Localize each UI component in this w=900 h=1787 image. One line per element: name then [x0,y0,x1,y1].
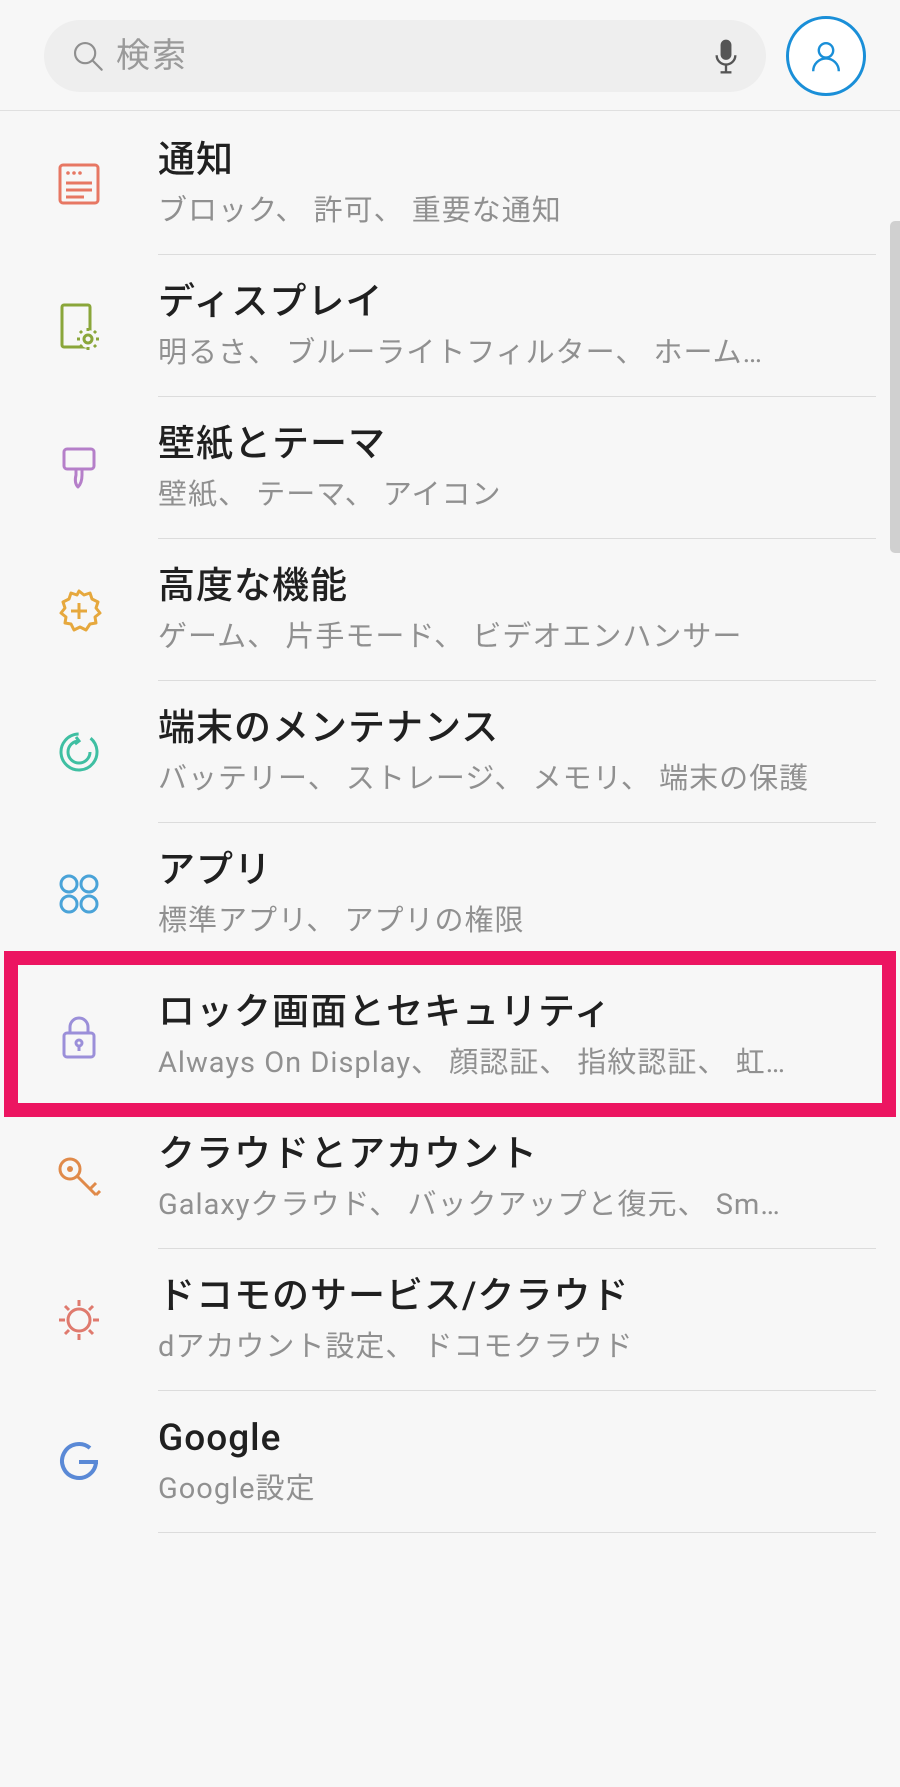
settings-item-subtitle: Google設定 [158,1470,868,1509]
settings-item-title: Google [158,1414,868,1464]
search-icon [70,38,106,74]
divider [158,1532,876,1533]
search-box[interactable] [44,20,766,92]
device-maintenance-icon [54,727,158,777]
advanced-features-icon [54,585,158,635]
cloud-accounts-icon [54,1153,158,1203]
settings-item-subtitle: 明るさ、 ブルーライトフィルター、 ホーム… [158,334,868,373]
settings-item-title: 壁紙とテーマ [158,420,868,470]
settings-item-text: ディスプレイ明るさ、 ブルーライトフィルター、 ホーム… [158,278,876,373]
settings-item-docomo-services[interactable]: ドコモのサービス/クラウド dアカウント設定、 ドコモクラウド [0,1249,900,1391]
settings-item-subtitle: ブロック、 許可、 重要な通知 [158,192,868,231]
settings-item-title: ディスプレイ [158,278,868,328]
lock-icon [54,1011,158,1061]
settings-item-text: ドコモのサービス/クラウド dアカウント設定、 ドコモクラウド [158,1272,876,1367]
settings-item-text: アプリ標準アプリ、 アプリの権限 [158,846,876,941]
settings-item-title: 通知 [158,136,868,186]
settings-item-text: Google Google設定 [158,1414,876,1509]
settings-item-text: 高度な機能ゲーム、 片手モード、 ビデオエンハンサー [158,562,876,657]
settings-item-text: ロック画面とセキュリティ Always On Display、 顔認証、 指紋認証… [158,988,876,1083]
settings-item-apps[interactable]: アプリ標準アプリ、 アプリの権限 [0,823,900,965]
settings-item-wallpaper[interactable]: 壁紙とテーマ壁紙、 テーマ、 アイコン [0,397,900,539]
settings-item-google[interactable]: Google Google設定 [0,1391,900,1533]
settings-item-text: 壁紙とテーマ壁紙、 テーマ、 アイコン [158,420,876,515]
settings-item-subtitle: 標準アプリ、 アプリの権限 [158,902,868,941]
settings-item-title: ドコモのサービス/クラウド [158,1272,868,1322]
settings-item-text: 端末のメンテナンスバッテリー、 ストレージ、 メモリ、 端末の保護 [158,704,876,799]
settings-item-subtitle: ゲーム、 片手モード、 ビデオエンハンサー [158,618,868,657]
notifications-icon [54,159,158,209]
google-icon [54,1437,158,1487]
settings-item-text: 通知ブロック、 許可、 重要な通知 [158,136,876,231]
header-bar [0,0,900,111]
settings-item-subtitle: dアカウント設定、 ドコモクラウド [158,1328,868,1367]
settings-item-device-maintenance[interactable]: 端末のメンテナンスバッテリー、 ストレージ、 メモリ、 端末の保護 [0,681,900,823]
search-input[interactable] [106,37,712,76]
settings-item-subtitle: Always On Display、 顔認証、 指紋認証、 虹… [158,1044,868,1083]
docomo-services-icon [54,1295,158,1345]
settings-item-subtitle: 壁紙、 テーマ、 アイコン [158,476,868,515]
display-icon [54,301,158,351]
apps-icon [54,869,158,919]
settings-item-display[interactable]: ディスプレイ明るさ、 ブルーライトフィルター、 ホーム… [0,255,900,397]
settings-item-title: ロック画面とセキュリティ [158,988,868,1038]
settings-list: 通知ブロック、 許可、 重要な通知ディスプレイ明るさ、 ブルーライトフィルター、… [0,111,900,1533]
settings-item-notifications[interactable]: 通知ブロック、 許可、 重要な通知 [0,113,900,255]
settings-item-advanced-features[interactable]: 高度な機能ゲーム、 片手モード、 ビデオエンハンサー [0,539,900,681]
settings-item-text: クラウドとアカウント Galaxyクラウド、 バックアップと復元、 Sm… [158,1130,876,1225]
settings-item-title: クラウドとアカウント [158,1130,868,1180]
voice-search-icon[interactable] [712,36,740,76]
settings-item-title: 端末のメンテナンス [158,704,868,754]
settings-item-lock[interactable]: ロック画面とセキュリティ Always On Display、 顔認証、 指紋認証… [0,965,900,1107]
profile-button[interactable] [786,16,866,96]
wallpaper-icon [54,443,158,493]
settings-item-subtitle: Galaxyクラウド、 バックアップと復元、 Sm… [158,1186,868,1225]
settings-item-subtitle: バッテリー、 ストレージ、 メモリ、 端末の保護 [158,760,868,799]
settings-item-title: 高度な機能 [158,562,868,612]
settings-item-title: アプリ [158,846,868,896]
profile-icon [806,36,846,76]
settings-item-cloud-accounts[interactable]: クラウドとアカウント Galaxyクラウド、 バックアップと復元、 Sm… [0,1107,900,1249]
